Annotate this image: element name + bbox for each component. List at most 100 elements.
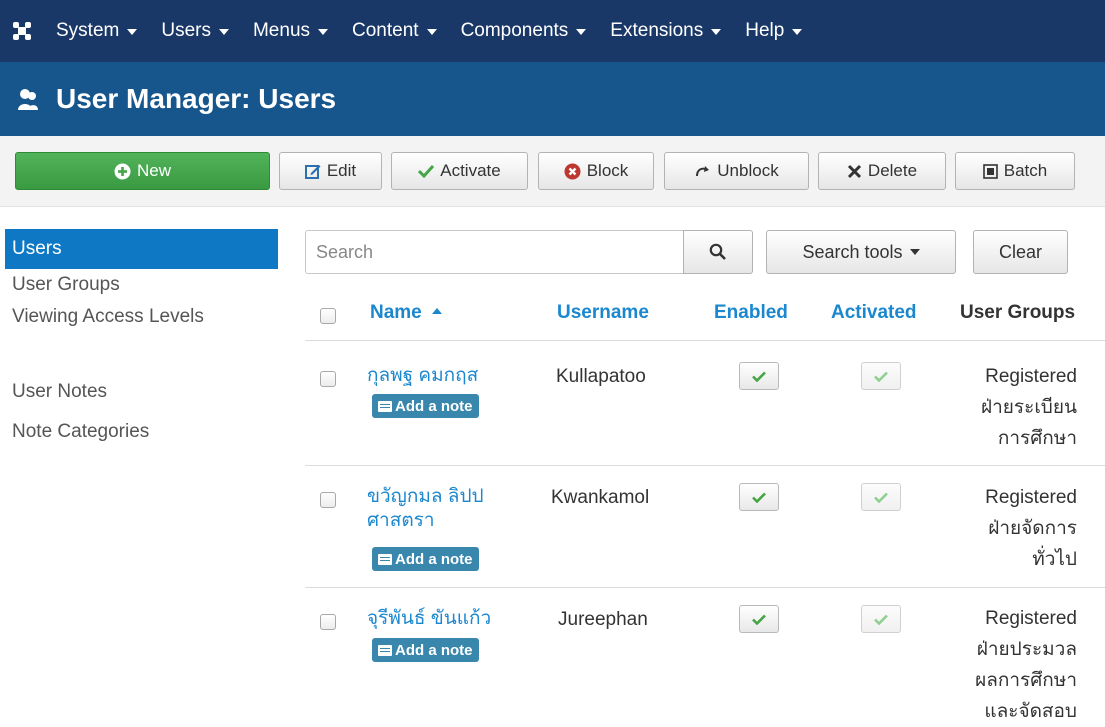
search-input[interactable]: Search [305, 230, 683, 274]
enabled-toggle[interactable] [739, 605, 779, 633]
column-header-username[interactable]: Username [557, 302, 649, 324]
clear-button[interactable]: Clear [973, 230, 1068, 274]
menu-label: Components [460, 20, 569, 41]
user-name-link[interactable]: ขวัญกมล ลิปป ศาสตรา [367, 485, 484, 533]
activate-button[interactable]: Activate [391, 152, 528, 190]
add-note-button[interactable]: Add a note [372, 547, 479, 571]
joomla-logo-icon[interactable] [0, 0, 44, 62]
search-tools-label: Search tools [802, 241, 903, 262]
row-checkbox[interactable] [320, 492, 336, 508]
top-navbar: System Users Menus Content Components Ex… [0, 0, 1105, 62]
add-note-label: Add a note [395, 397, 473, 415]
sidebar: Users User Groups Viewing Access Levels … [5, 229, 278, 448]
delete-button[interactable]: Delete [818, 152, 946, 190]
caret-down-icon [318, 29, 329, 35]
menu-content[interactable]: Content [340, 0, 449, 62]
sidebar-item-note-categories[interactable]: Note Categories [5, 416, 278, 448]
search-icon [709, 243, 726, 260]
row-divider [305, 587, 1105, 588]
sidebar-item-users[interactable]: Users [5, 229, 278, 269]
block-button-label: Block [586, 161, 629, 180]
group-line: Registered [985, 487, 1077, 508]
add-note-button[interactable]: Add a note [372, 638, 479, 662]
activated-status[interactable] [861, 362, 901, 390]
column-header-name[interactable]: Name [370, 302, 442, 324]
column-header-enabled[interactable]: Enabled [714, 302, 788, 324]
unblock-button[interactable]: Unblock [664, 152, 809, 190]
add-note-button[interactable]: Add a note [372, 394, 479, 418]
check-icon [874, 492, 888, 503]
caret-down-icon [792, 29, 803, 35]
enabled-toggle[interactable] [739, 483, 779, 511]
user-name-link[interactable]: จุรีพันธ์ ขันแก้ว [367, 607, 491, 631]
toolbar: New Edit Activate Block Unblock Delete B… [0, 136, 1105, 207]
menu-label: Content [352, 20, 419, 41]
menu-users[interactable]: Users [149, 0, 241, 62]
username-cell: Kwankamol [551, 487, 650, 508]
header-divider [305, 340, 1105, 341]
sort-asc-icon [431, 308, 442, 314]
plus-circle-icon [114, 163, 131, 180]
user-groups-cell: Registered ฝ่ายระเบียน การศึกษา [981, 361, 1077, 454]
add-note-label: Add a note [395, 550, 473, 568]
select-all-checkbox[interactable] [320, 308, 336, 324]
edit-button[interactable]: Edit [279, 152, 382, 190]
user-name-link[interactable]: กุลพฐ คมกฤส [367, 364, 478, 388]
caret-down-icon [218, 29, 229, 35]
sidebar-item-user-groups[interactable]: User Groups [5, 269, 278, 301]
group-line: ผลการศึกษา [975, 670, 1077, 691]
menu-label: Extensions [610, 20, 704, 41]
check-icon [874, 371, 888, 382]
column-header-activated[interactable]: Activated [831, 302, 917, 324]
username-cell: Kullapatoo [556, 366, 646, 387]
activated-status[interactable] [861, 605, 901, 633]
group-line: การศึกษา [997, 428, 1077, 449]
row-divider [305, 465, 1105, 466]
note-icon [378, 400, 392, 412]
user-groups-cell: Registered ฝ่ายจัดการ ทั่วไป [985, 482, 1077, 575]
enabled-toggle[interactable] [739, 362, 779, 390]
new-button[interactable]: New [15, 152, 270, 190]
column-header-user-groups: User Groups [960, 302, 1076, 323]
caret-down-icon [909, 249, 920, 255]
batch-button-label: Batch [1003, 161, 1048, 180]
search-button[interactable] [683, 230, 753, 274]
check-icon [752, 492, 766, 503]
checkbox-square-icon [982, 163, 998, 179]
menu-menus[interactable]: Menus [241, 0, 340, 62]
caret-down-icon [127, 29, 138, 35]
menu-label: Menus [252, 20, 311, 41]
note-icon [378, 553, 392, 565]
menu-components[interactable]: Components [449, 0, 599, 62]
group-line: ฝ่ายจัดการ [988, 518, 1077, 539]
menu-help[interactable]: Help [733, 0, 814, 62]
activate-button-label: Activate [440, 161, 501, 180]
new-button-label: New [136, 161, 171, 180]
batch-button[interactable]: Batch [955, 152, 1075, 190]
group-line: และจัดสอบ [984, 701, 1077, 722]
check-icon [418, 164, 435, 178]
search-tools-button[interactable]: Search tools [766, 230, 956, 274]
add-note-label: Add a note [395, 641, 473, 659]
menu-label: Users [161, 20, 211, 41]
block-button[interactable]: Block [538, 152, 654, 190]
edit-button-label: Edit [326, 161, 357, 180]
user-name-line: จุรีพันธ์ ขันแก้ว [367, 608, 492, 629]
check-icon [752, 371, 766, 382]
note-icon [378, 644, 392, 656]
menu-extensions[interactable]: Extensions [598, 0, 733, 62]
edit-icon [304, 163, 321, 179]
row-checkbox[interactable] [320, 371, 336, 387]
sidebar-item-viewing-access-levels[interactable]: Viewing Access Levels [5, 301, 212, 365]
sidebar-item-user-notes[interactable]: User Notes [5, 376, 278, 408]
user-groups-cell: Registered ฝ่ายประมวล ผลการศึกษา และจัดส… [975, 603, 1077, 727]
delete-button-label: Delete [867, 161, 918, 180]
caret-down-icon [426, 29, 437, 35]
group-line: ฝ่ายประมวล [976, 639, 1077, 660]
row-checkbox[interactable] [320, 614, 336, 630]
check-icon [874, 614, 888, 625]
activated-status[interactable] [861, 483, 901, 511]
username-cell: Jureephan [558, 609, 648, 630]
menu-system[interactable]: System [44, 0, 149, 62]
caret-down-icon [711, 29, 722, 35]
